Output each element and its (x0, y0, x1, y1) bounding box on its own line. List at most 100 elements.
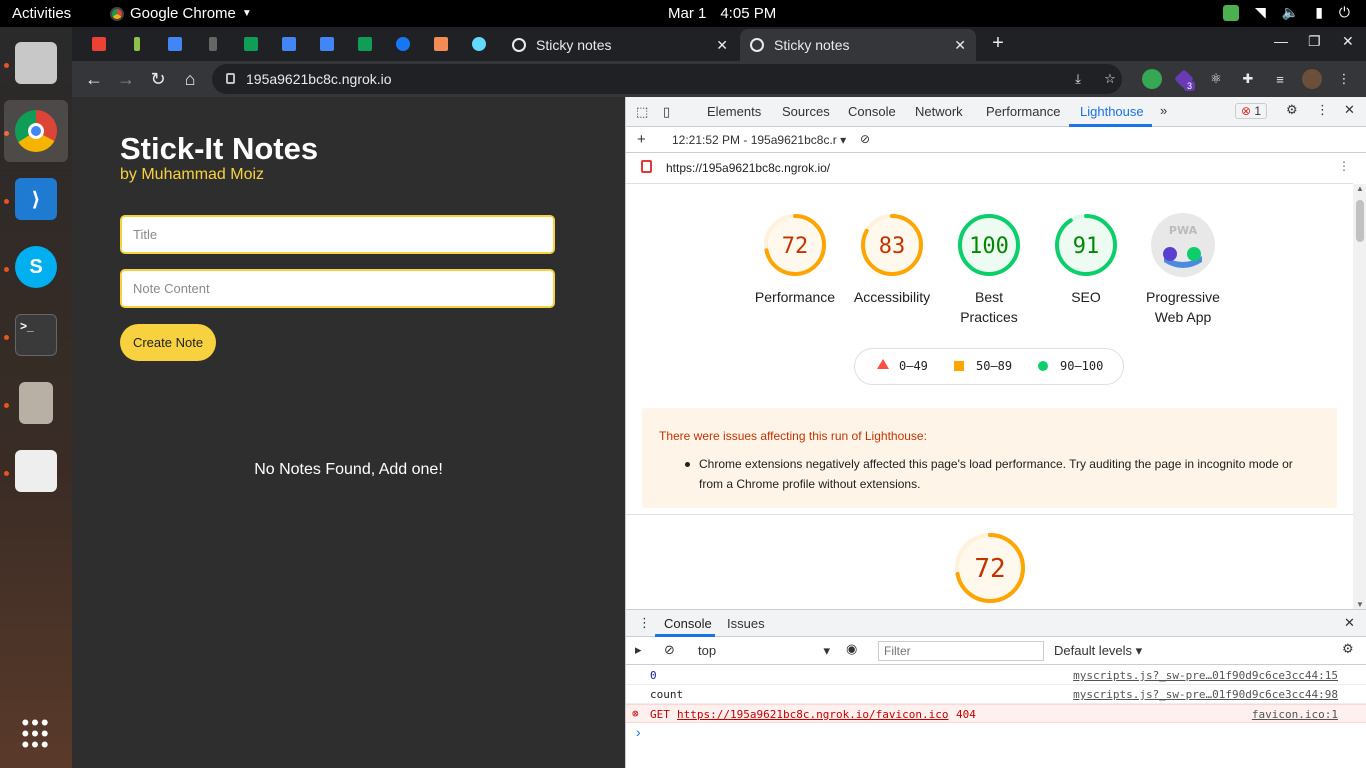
gauge-best-practices[interactable]: 100 Best Practices (941, 212, 1037, 327)
gauge-seo[interactable]: 91 SEO (1038, 212, 1134, 307)
extensions-puzzle-icon[interactable]: ✚ (1238, 69, 1258, 89)
drawer-tab-console[interactable]: Console (664, 616, 712, 631)
avatar[interactable] (1302, 69, 1322, 89)
console-message-source[interactable]: myscripts.js?_sw-pre…01f90d9c6ce3cc44:15 (1073, 669, 1338, 682)
forward-button[interactable]: → (114, 67, 138, 91)
window-close-button[interactable]: ✕ (1342, 33, 1354, 50)
reload-button[interactable]: ↻ (146, 67, 170, 91)
new-tab-button[interactable]: + (986, 32, 1010, 56)
device-toolbar-icon[interactable]: ▯ (663, 104, 670, 120)
close-icon[interactable]: ✕ (716, 37, 728, 54)
extension-thumb-icon[interactable] (1142, 69, 1162, 89)
scroll-down-icon[interactable]: ▼ (1356, 600, 1364, 609)
console-error-url[interactable]: https://195a9621bc8c.ngrok.io/favicon.ic… (677, 708, 949, 721)
console-filter-input[interactable] (878, 641, 1044, 661)
media-queue-icon[interactable]: ≡ (1270, 69, 1290, 89)
pinned-tab-react[interactable] (465, 33, 493, 55)
create-note-button[interactable]: Create Note (120, 324, 216, 361)
error-icon: ⊗ (1241, 104, 1252, 118)
pinned-tab-docs[interactable] (275, 33, 303, 55)
context-selector[interactable]: top ▾ (698, 643, 830, 658)
clear-reports-icon[interactable]: ⊘ (860, 132, 870, 146)
settings-gear-icon[interactable]: ⚙ (1286, 102, 1298, 118)
dock-document-viewer[interactable] (4, 440, 68, 502)
close-devtools-icon[interactable]: ✕ (1344, 102, 1355, 118)
pinned-tab-gmail[interactable] (85, 33, 113, 55)
system-top-bar: Activities Google Chrome ▼ Mar 1 4:05 PM… (0, 0, 1366, 27)
console-message-source[interactable]: favicon.ico:1 (1252, 708, 1338, 721)
tab-sources[interactable]: Sources (782, 104, 830, 119)
pinned-tab-figure[interactable] (123, 33, 151, 55)
log-levels-dropdown[interactable]: Default levels ▾ (1054, 643, 1142, 659)
dock-files[interactable] (4, 32, 68, 94)
drawer-menu-icon[interactable]: ⋮ (638, 615, 651, 631)
minimize-button[interactable]: — (1274, 33, 1288, 49)
pinned-tab-calendar[interactable] (161, 33, 189, 55)
clear-console-icon[interactable]: ⊘ (664, 642, 675, 658)
dock-terminal[interactable]: >_ (4, 304, 68, 366)
error-count-badge[interactable]: ⊗ 1 (1235, 103, 1268, 119)
app-menu[interactable]: Google Chrome ▼ (110, 5, 252, 22)
sidebar-toggle-icon[interactable]: ▸ (635, 642, 642, 658)
new-report-icon[interactable]: + (637, 131, 646, 148)
eye-icon[interactable]: ◉ (846, 641, 857, 657)
power-menu-icon: ⏻ (1338, 4, 1350, 20)
legend-average-range: 50–89 (976, 359, 1013, 373)
pinned-tab-docs-2[interactable] (313, 33, 341, 55)
address-bar[interactable]: 195a9621bc8c.ngrok.io (212, 64, 1122, 94)
activities-button[interactable]: Activities (12, 5, 71, 22)
tab-console[interactable]: Console (848, 104, 896, 119)
title-input[interactable] (120, 215, 555, 254)
bookmark-star-icon[interactable]: ☆ (1100, 69, 1120, 89)
tab-sticky-notes-1[interactable]: Sticky notes ✕ (502, 29, 738, 61)
pinned-tab-audio[interactable] (199, 33, 227, 55)
tab-sticky-notes-2[interactable]: Sticky notes ✕ (740, 29, 976, 61)
tab-lighthouse[interactable]: Lighthouse (1080, 104, 1144, 119)
drawer-tab-bar: ⋮ Console Issues ✕ (626, 610, 1366, 637)
scroll-up-icon[interactable]: ▲ (1356, 184, 1364, 193)
vscode-icon: ⟩ (15, 178, 57, 220)
gauge-pwa[interactable]: PWA Progressive Web App (1135, 212, 1231, 327)
empty-notes-message: No Notes Found, Add one! (254, 461, 443, 478)
console-settings-icon[interactable]: ⚙ (1342, 641, 1354, 657)
maximize-button[interactable]: ❐ (1308, 33, 1321, 50)
close-icon[interactable]: ✕ (954, 37, 966, 54)
grid-icon: ••• ••• ••• (21, 709, 51, 757)
drawer-tab-issues[interactable]: Issues (727, 616, 765, 631)
show-apps-button[interactable]: ••• ••• ••• (4, 702, 68, 764)
dock-skype[interactable]: S (4, 236, 68, 298)
inspect-element-icon[interactable]: ⬚ (636, 104, 648, 120)
dock-chrome[interactable] (4, 100, 68, 162)
kebab-menu-icon[interactable]: ⋮ (1334, 69, 1354, 89)
gauge-performance[interactable]: 72 Performance (747, 212, 843, 307)
tab-performance[interactable]: Performance (986, 104, 1060, 119)
react-devtools-icon[interactable]: ⚛ (1206, 69, 1226, 89)
system-tray[interactable]: ◥ 🔈 ▮ ⏻ (1222, 4, 1350, 21)
scrollbar-thumb[interactable] (1356, 200, 1364, 242)
install-icon[interactable]: ⤓ (1068, 69, 1088, 89)
report-selector[interactable]: 12:21:52 PM - 195a9621bc8c.r ▾ (672, 133, 846, 147)
tab-network[interactable]: Network (915, 104, 963, 119)
pinned-tab-m[interactable] (427, 33, 455, 55)
address-bar-url: 195a9621bc8c.ngrok.io (246, 71, 392, 87)
report-scrollbar[interactable]: ▲ ▼ (1353, 184, 1366, 609)
gauge-ring: 72 (955, 533, 1025, 603)
dock-vscode[interactable]: ⟩ (4, 168, 68, 230)
console-prompt[interactable]: › (636, 724, 641, 740)
console-message-source[interactable]: myscripts.js?_sw-pre…01f90d9c6ce3cc44:98 (1073, 688, 1338, 701)
home-button[interactable]: ⌂ (178, 67, 202, 91)
clock[interactable]: Mar 1 4:05 PM (668, 5, 776, 22)
back-button[interactable]: ← (82, 67, 106, 91)
devtools-menu-icon[interactable]: ⋮ (1316, 102, 1329, 118)
note-content-input[interactable] (120, 269, 555, 308)
close-drawer-icon[interactable]: ✕ (1344, 615, 1355, 631)
dock-archive[interactable] (4, 372, 68, 434)
pinned-tab-messenger[interactable] (389, 33, 417, 55)
pinned-tab-sheets[interactable] (237, 33, 265, 55)
console-error-message: ⊗ GET https://195a9621bc8c.ngrok.io/favi… (626, 704, 1366, 723)
gauge-accessibility[interactable]: 83 Accessibility (844, 212, 940, 307)
pinned-tab-sheets-2[interactable] (351, 33, 379, 55)
report-menu-icon[interactable]: ⋮ (1338, 159, 1350, 173)
tab-elements[interactable]: Elements (707, 104, 761, 119)
more-tabs-icon[interactable]: » (1160, 103, 1167, 118)
